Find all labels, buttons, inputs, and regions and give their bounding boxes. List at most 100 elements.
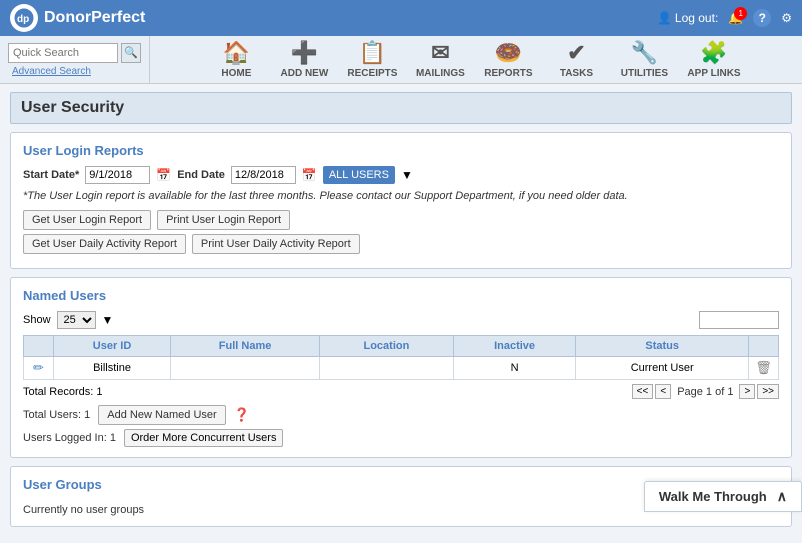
end-date-label: End Date [177,169,225,181]
home-label: HOME [221,68,251,79]
fullname-col-header: Full Name [171,336,320,357]
users-tbody: ✏ Billstine N Current User 🗑 [24,357,779,380]
users-table: User ID Full Name Location Inactive Stat… [23,335,779,380]
last-page-button[interactable]: >> [757,384,779,399]
reports-label: REPORTS [484,68,532,79]
logo-area: dp DonorPerfect [10,4,145,32]
nav-item-home[interactable]: 🏠 HOME [211,40,261,79]
start-date-input[interactable] [85,166,150,184]
receipts-label: RECEIPTS [347,68,397,79]
location-cell [320,357,454,380]
all-users-dropdown[interactable]: ALL USERS [323,166,395,184]
location-col-header: Location [320,336,454,357]
inactive-cell: N [453,357,576,380]
no-groups-text: Currently no user groups [23,504,144,516]
nav-item-add-new[interactable]: ➕ ADD NEW [279,40,329,79]
dropdown-arrow-icon: ▼ [401,168,413,182]
search-button[interactable]: 🔍 [121,43,141,63]
named-users-section: Named Users Show 25 ▼ User ID Full Name … [10,277,792,458]
search-section: 🔍 Advanced Search [0,36,150,83]
start-date-label: Start Date* [23,169,79,181]
logo-icon: dp [10,4,38,32]
end-date-calendar-icon[interactable]: 📅 [302,168,317,182]
mailings-icon: ✉ [431,40,449,66]
help-button[interactable]: ? [753,9,771,27]
login-reports-title: User Login Reports [23,143,779,158]
nav-item-receipts[interactable]: 📋 RECEIPTS [347,40,397,79]
home-icon: 🏠 [223,40,250,66]
walk-me-through-icon: ∧ [777,488,787,505]
tasks-label: TASKS [560,68,593,79]
notification-button[interactable]: 🔔 1 [728,11,743,25]
total-users-label: Total Users: 1 [23,409,90,421]
advanced-search-link[interactable]: Advanced Search [12,66,91,77]
nav-section: 🏠 HOME ➕ ADD NEW 📋 RECEIPTS ✉ MAILINGS 🍩 REPORTS ✔… [150,36,802,83]
user-search-input[interactable] [699,311,779,329]
status-col-header: Status [576,336,749,357]
svg-text:dp: dp [17,14,29,25]
header-right: 👤 Log out: 🔔 1 ? ⚙ [657,9,792,27]
app-links-label: APP LINKS [687,68,740,79]
users-logged-in-row: Users Logged In: 1 Order More Concurrent… [23,429,779,447]
edit-col-header [24,336,54,357]
settings-button[interactable]: ⚙ [781,11,792,25]
show-dropdown-icon: ▼ [102,313,114,327]
nav-item-reports[interactable]: 🍩 REPORTS [483,40,533,79]
next-page-button[interactable]: > [739,384,755,399]
edit-user-icon[interactable]: ✏ [33,360,44,375]
notification-badge: 1 [734,7,747,20]
toolbar-area: 🔍 Advanced Search 🏠 HOME ➕ ADD NEW 📋 RECEIPTS… [0,36,802,84]
user-icon: 👤 [657,11,672,25]
user-id-cell: Billstine [54,357,171,380]
total-records: Total Records: 1 [23,386,102,398]
print-user-daily-activity-button[interactable]: Print User Daily Activity Report [192,234,360,254]
page-title: User Security [21,99,781,117]
page-title-bar: User Security [10,92,792,124]
userid-col-header: User ID [54,336,171,357]
footer-info: Total Users: 1 Add New Named User ❓ User… [23,405,779,447]
show-select[interactable]: 25 [57,311,96,329]
start-date-calendar-icon[interactable]: 📅 [156,168,171,182]
add-user-help-icon[interactable]: ❓ [234,407,250,423]
add-named-user-button[interactable]: Add New Named User [98,405,225,425]
delete-col-header [749,336,779,357]
get-user-login-report-button[interactable]: Get User Login Report [23,210,151,230]
nav-item-utilities[interactable]: 🔧 UTILITIES [619,40,669,79]
info-text: *The User Login report is available for … [23,190,779,202]
add-new-label: ADD NEW [281,68,329,79]
prev-page-button[interactable]: < [655,384,671,399]
search-input[interactable] [8,43,118,63]
reports-icon: 🍩 [495,40,522,66]
named-users-title: Named Users [23,288,779,303]
login-reports-section: User Login Reports Start Date* 📅 End Dat… [10,132,792,269]
nav-item-app-links[interactable]: 🧩 APP LINKS [687,40,740,79]
content: User Security User Login Reports Start D… [0,84,802,543]
nav-item-tasks[interactable]: ✔TASKS [551,40,601,79]
logo-text: DonorPerfect [44,9,145,27]
pagination: << < Page 1 of 1 > >> [632,384,779,399]
end-date-input[interactable] [231,166,296,184]
first-page-button[interactable]: << [632,384,654,399]
logout-button[interactable]: 👤 Log out: [657,11,718,25]
nav-item-mailings[interactable]: ✉ MAILINGS [415,40,465,79]
walk-me-through-label: Walk Me Through [659,489,767,504]
table-header-row: User ID Full Name Location Inactive Stat… [24,336,779,357]
inactive-col-header: Inactive [453,336,576,357]
utilities-icon: 🔧 [631,40,658,66]
total-users-row: Total Users: 1 Add New Named User ❓ [23,405,779,425]
show-label: Show [23,314,51,326]
table-footer: Total Records: 1 << < Page 1 of 1 > >> [23,384,779,399]
print-user-login-report-button[interactable]: Print User Login Report [157,210,290,230]
walk-me-through-button[interactable]: Walk Me Through ∧ [644,481,802,512]
get-user-daily-activity-button[interactable]: Get User Daily Activity Report [23,234,186,254]
app-links-icon: 🧩 [700,40,727,66]
add-new-icon: ➕ [291,40,318,66]
mailings-label: MAILINGS [416,68,465,79]
page-info: Page 1 of 1 [673,386,737,398]
utilities-label: UTILITIES [621,68,668,79]
order-concurrent-button[interactable]: Order More Concurrent Users [124,429,284,447]
delete-user-icon[interactable]: 🗑 [755,360,772,375]
app-header: dp DonorPerfect 👤 Log out: 🔔 1 ? ⚙ [0,0,802,36]
full-name-cell [171,357,320,380]
receipts-icon: 📋 [359,40,386,66]
